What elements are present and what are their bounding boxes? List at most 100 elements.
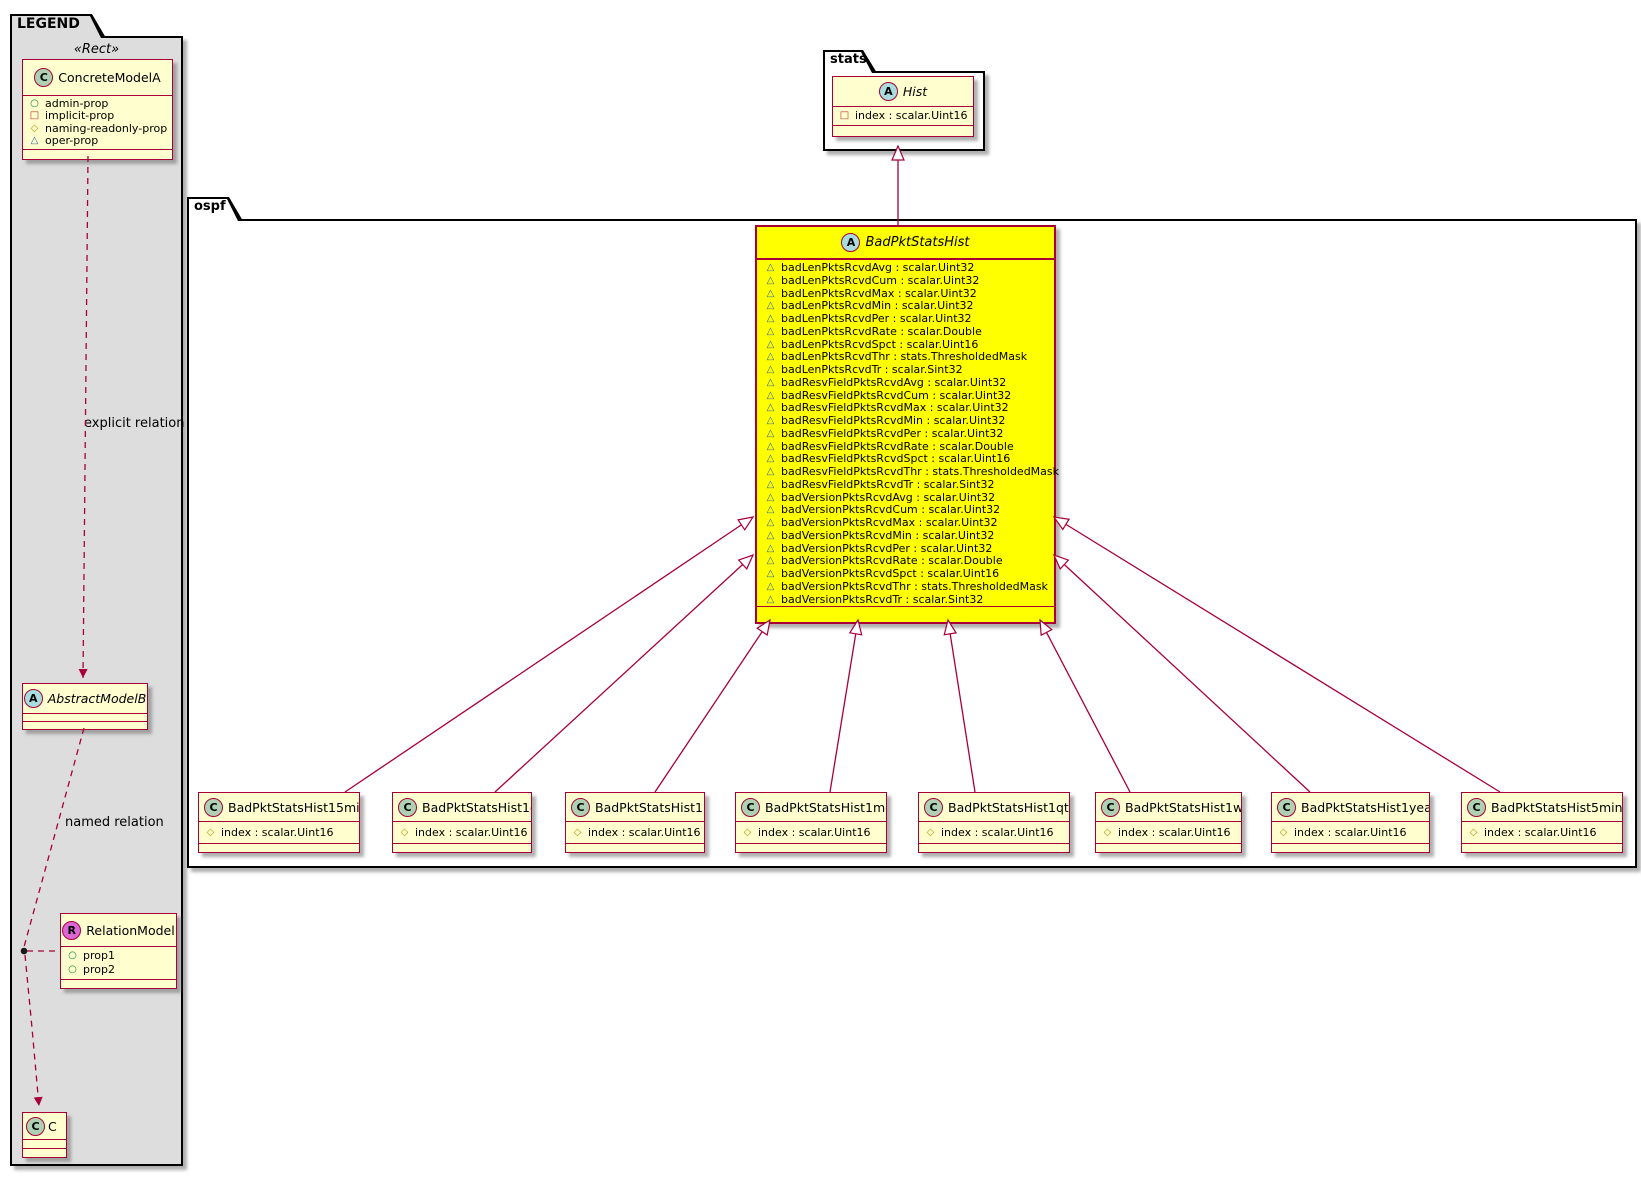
class-attributes: ◇ index : scalar.Uint16 — [1272, 822, 1429, 843]
class-header: C ConcreteModelA — [23, 60, 172, 96]
diamond-field-icon: ◇ — [743, 827, 752, 838]
stats-package: stats A Hist □ index : scalar.Uint16 — [823, 50, 985, 151]
class-box-badpktstatshist1h: C BadPktStatsHist1h ◇ index : scalar.Uint… — [565, 792, 705, 853]
legend-package-tab: LEGEND — [10, 14, 106, 38]
circle-field-icon: ○ — [68, 950, 77, 961]
class-name: BadPktStatsHist1d — [422, 799, 531, 815]
class-box-hist: A Hist □ index : scalar.Uint16 — [832, 76, 974, 137]
triangle-field-icon: △ — [766, 517, 775, 528]
ospf-package-tab: ospf — [187, 197, 243, 221]
methods-compartment — [919, 843, 1069, 852]
triangle-field-icon: △ — [766, 453, 775, 465]
attribute-text: badResvFieldPktsRcvdAvg : scalar.Uint32 — [781, 375, 1007, 389]
class-header: R RelationModel — [61, 914, 176, 947]
explicit-relation-label: explicit relation — [84, 416, 185, 431]
attribute-text: implicit-prop — [45, 109, 115, 123]
attribute-row: △ badVersionPktsRcvdSpct : scalar.Uint16 — [765, 567, 1050, 581]
attribute-text: prop2 — [83, 963, 115, 976]
class-spot-icon: A — [878, 82, 898, 101]
attribute-text: index : scalar.Uint16 — [415, 826, 528, 839]
triangle-field-icon: △ — [766, 568, 775, 579]
triangle-field-icon: △ — [766, 351, 775, 363]
class-name: BadPktStatsHist15min — [228, 799, 359, 815]
triangle-field-icon: △ — [766, 466, 775, 477]
methods-compartment — [1096, 843, 1241, 852]
triangle-field-icon: △ — [766, 478, 775, 490]
methods-compartment — [1272, 843, 1429, 852]
attribute-row: ◇ index : scalar.Uint16 — [205, 826, 355, 839]
class-spot-icon: R — [62, 920, 82, 940]
triangle-field-icon: △ — [766, 274, 775, 286]
class-spot-icon: C — [1467, 797, 1486, 817]
triangle-field-icon: △ — [766, 262, 775, 273]
class-box-concretemodela: C ConcreteModelA ○ admin-prop □ implicit-pr… — [22, 59, 173, 161]
class-name: Hist — [902, 84, 928, 99]
rect-stereotype-label: «Rect» — [73, 42, 120, 57]
triangle-field-icon: △ — [766, 364, 775, 375]
class-spot-icon: C — [34, 68, 54, 87]
class-spot-icon: C — [741, 797, 760, 817]
class-name: RelationModel — [86, 922, 175, 938]
class-attributes: □ index : scalar.Uint16 — [833, 107, 973, 125]
methods-compartment — [757, 606, 1054, 622]
diamond-field-icon: ◇ — [400, 827, 409, 838]
attribute-text: index : scalar.Uint16 — [588, 826, 701, 839]
class-header: A BadPktStatsHist — [757, 227, 1054, 260]
class-attributes: ◇ index : scalar.Uint16 — [1462, 822, 1622, 843]
class-header: A AbstractModelB — [23, 684, 147, 714]
attribute-text: badLenPktsRcvdRate : scalar.Double — [781, 324, 982, 338]
ospf-package-title: ospf — [194, 199, 226, 214]
class-box-badpktstatshist: A BadPktStatsHist △ badLenPktsRcvdAvg : s… — [755, 225, 1059, 625]
class-header: C BadPktStatsHist1qtr — [919, 793, 1069, 822]
class-name: BadPktStatsHist5min — [1491, 799, 1622, 815]
diamond-field-icon: ◇ — [1279, 827, 1288, 838]
attribute-row: △ badLenPktsRcvdCum : scalar.Uint32 — [765, 274, 1050, 288]
class-attributes: ○ prop1 ○ prop2 — [61, 947, 176, 979]
class-spot-icon: C — [1277, 797, 1296, 817]
class-box-badpktstatshist1d: C BadPktStatsHist1d ◇ index : scalar.Uint… — [392, 792, 532, 853]
triangle-field-icon: △ — [766, 427, 775, 439]
attribute-text: badLenPktsRcvdPer : scalar.Uint32 — [781, 312, 972, 325]
diamond-field-icon: ◇ — [573, 827, 582, 838]
attribute-row: ◇ index : scalar.Uint16 — [1468, 826, 1618, 839]
attribute-row: △ badLenPktsRcvdRate : scalar.Double — [765, 324, 1050, 339]
class-spot-icon: A — [841, 233, 861, 252]
attribute-text: prop1 — [83, 949, 115, 962]
attribute-row: △ badVersionPktsRcvdMax : scalar.Uint32 — [765, 516, 1050, 530]
attribute-row: △ badLenPktsRcvdPer : scalar.Uint32 — [765, 312, 1050, 326]
triangle-field-icon: △ — [766, 287, 775, 299]
square-field-icon: □ — [29, 110, 40, 122]
triangle-field-icon: △ — [766, 313, 775, 324]
attribute-row: △ badResvFieldPktsRcvdTr : scalar.Sint32 — [765, 478, 1050, 492]
methods-compartment — [61, 979, 176, 988]
attribute-row: △ oper-prop — [29, 133, 168, 147]
attribute-text: badVersionPktsRcvdThr : stats.Thresholde… — [781, 579, 1048, 593]
methods-compartment — [833, 125, 973, 136]
class-name: BadPktStatsHist1mo — [765, 799, 886, 815]
attribute-row: △ badLenPktsRcvdTr : scalar.Sint32 — [765, 363, 1050, 377]
class-header: A Hist — [833, 77, 973, 107]
class-name: AbstractModelB — [47, 691, 147, 706]
attribute-row: △ badResvFieldPktsRcvdAvg : scalar.Uint32 — [765, 375, 1050, 390]
attribute-row: ◇ index : scalar.Uint16 — [1278, 826, 1425, 839]
attribute-text: oper-prop — [45, 133, 99, 147]
class-box-badpktstatshist1w: C BadPktStatsHist1w ◇ index : scalar.Uint… — [1095, 792, 1242, 853]
attribute-row: ○ prop2 — [67, 963, 172, 977]
attribute-text: index : scalar.Uint16 — [1294, 826, 1407, 839]
attribute-row: ◇ index : scalar.Uint16 — [572, 826, 701, 839]
class-box-abstractmodelb: A AbstractModelB — [22, 683, 148, 730]
legend-package-body — [10, 36, 183, 1166]
class-name: BadPktStatsHist1qtr — [948, 799, 1069, 815]
attribute-row: △ badVersionPktsRcvdMin : scalar.Uint32 — [765, 529, 1050, 543]
class-spot-icon: C — [204, 797, 223, 817]
class-header: C BadPktStatsHist1mo — [736, 793, 886, 822]
class-box-badpktstatshist1qtr: C BadPktStatsHist1qtr ◇ index : scalar.Ui… — [918, 792, 1070, 853]
class-spot-icon: C — [398, 797, 417, 817]
attribute-text: badResvFieldPktsRcvdMin : scalar.Uint32 — [781, 414, 1006, 427]
square-field-icon: □ — [839, 110, 850, 121]
class-attributes: ◇ index : scalar.Uint16 — [566, 822, 704, 843]
triangle-field-icon: △ — [766, 376, 775, 388]
triangle-field-icon: △ — [766, 580, 775, 592]
attribute-text: badVersionPktsRcvdSpct : scalar.Uint16 — [781, 567, 1000, 580]
attribute-text: index : scalar.Uint16 — [941, 826, 1054, 839]
